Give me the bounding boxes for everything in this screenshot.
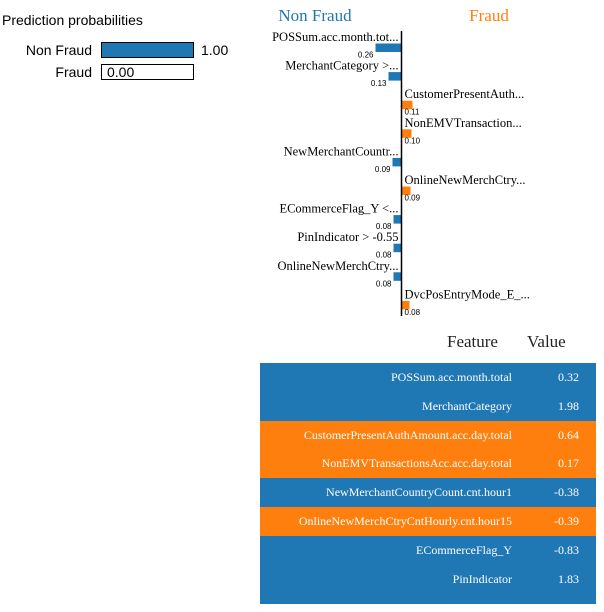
feature-name: OnlineNewMerchCtryCntHourly.cnt.hour15 <box>298 513 512 528</box>
feature-name: CustomerPresentAuthAmount.acc.day.total <box>303 427 512 442</box>
feature-value: -0.83 <box>554 542 579 557</box>
feature-value: -0.38 <box>554 485 579 500</box>
table-row: OnlineNewMerchCtryCntHourly.cnt.hour15 -0… <box>260 506 596 536</box>
feature-bar <box>393 215 402 224</box>
feature-bar <box>393 243 402 253</box>
table-row: NonEMVTransactionsAcc.acc.day.total 0.17 <box>260 449 596 479</box>
table-header: Feature Value <box>260 330 596 356</box>
feature-bar <box>375 43 402 52</box>
feature-label: MerchantCategory >... <box>285 59 398 73</box>
feature-weight-label: 0.08 <box>405 308 421 317</box>
feature-bar <box>393 272 402 281</box>
feature-value: 1.83 <box>558 571 579 586</box>
feature-value: 0.32 <box>558 370 579 384</box>
feature-label: DvcPosEntryMode_E_... <box>405 287 530 301</box>
feature-weight-label: 0.10 <box>405 136 421 145</box>
feature-label: POSSum.acc.month.tot... <box>272 30 398 44</box>
table-row: NewMerchantCountryCount.cnt.hour1 -0.38 <box>260 478 596 507</box>
feature-weight-label: 0.13 <box>371 79 387 88</box>
feature-value: 0.17 <box>558 456 579 471</box>
table-row: CustomerPresentAuthAmount.acc.day.total 0… <box>260 420 596 450</box>
feature-value-table: POSSum.acc.month.total 0.32 MerchantCatego… <box>260 363 596 604</box>
feature-label: ECommerceFlag_Y <... <box>279 202 398 216</box>
feature-column-header: Feature <box>447 332 498 351</box>
feature-label: CustomerPresentAuth... <box>405 87 525 101</box>
feature-bar <box>392 157 402 167</box>
class-header-non-fraud: Non Fraud <box>278 6 352 25</box>
feature-name: PinIndicator <box>452 571 512 586</box>
table-row: POSSum.acc.month.total 0.32 <box>260 363 596 392</box>
value-column-header: Value <box>527 332 566 351</box>
feature-label: NewMerchantCountr... <box>284 144 399 158</box>
feature-name: ECommerceFlag_Y <box>416 542 512 557</box>
feature-weight-label: 0.08 <box>376 279 392 288</box>
feature-value: -0.39 <box>554 513 579 528</box>
feature-value: 1.98 <box>558 398 579 413</box>
feature-label: OnlineNewMerchCtry... <box>405 173 526 187</box>
class-header-fraud: Fraud <box>469 6 509 25</box>
feature-label: PinIndicator > -0.55 <box>297 230 398 244</box>
feature-name: POSSum.acc.month.total <box>391 370 512 384</box>
feature-weight-label: 0.09 <box>375 165 391 174</box>
table-row: ECommerceFlag_Y -0.83 <box>260 535 596 565</box>
feature-name: NonEMVTransactionsAcc.acc.day.total <box>321 456 512 471</box>
feature-bar <box>388 72 402 81</box>
table-row: MerchantCategory 1.98 <box>260 391 596 421</box>
feature-name: MerchantCategory <box>422 398 512 413</box>
explanation-chart: Non Fraud Fraud POSSum.acc.month.tot... 0… <box>272 6 530 317</box>
feature-label: NonEMVTransaction... <box>405 116 522 130</box>
table-row: PinIndicator 1.83 <box>260 564 596 594</box>
feature-value: 0.64 <box>558 427 579 442</box>
feature-label: OnlineNewMerchCtry... <box>277 259 398 273</box>
feature-name: NewMerchantCountryCount.cnt.hour1 <box>326 485 512 500</box>
feature-weight-label: 0.09 <box>405 194 421 203</box>
